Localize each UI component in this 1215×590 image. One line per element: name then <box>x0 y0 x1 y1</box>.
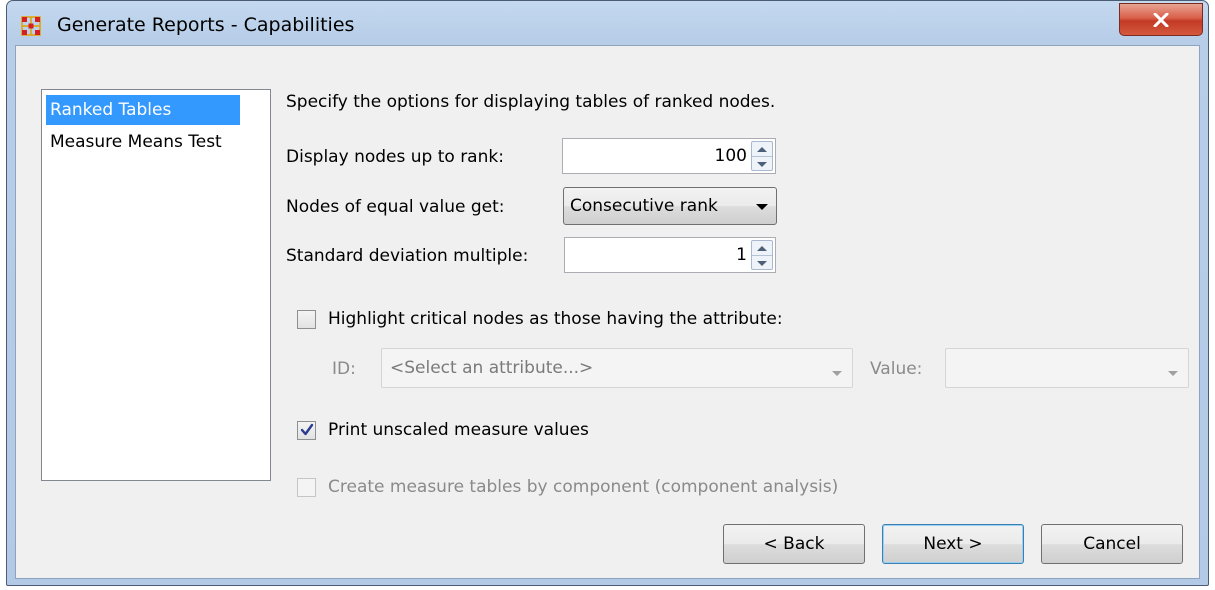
arrow-down-icon <box>757 161 767 167</box>
stddev-label: Standard deviation multiple: <box>286 246 529 266</box>
print-unscaled-label: Print unscaled measure values <box>328 420 589 440</box>
highlight-label: Highlight critical nodes as those having… <box>328 309 783 329</box>
equal-value-label: Nodes of equal value get: <box>286 197 505 217</box>
stddev-spinner[interactable]: 1 <box>564 237 776 273</box>
close-icon <box>1153 12 1169 27</box>
dialog-window: Generate Reports - Capabilities Ranked T… <box>6 0 1209 586</box>
equal-value-dropdown[interactable]: Consecutive rank <box>563 187 777 225</box>
sidebar-item-measure-means-test[interactable]: Measure Means Test <box>46 127 226 157</box>
rank-label: Display nodes up to rank: <box>286 147 504 167</box>
attribute-id-placeholder: <Select an attribute...> <box>390 358 594 378</box>
title-bar[interactable]: Generate Reports - Capabilities <box>7 1 1208 45</box>
arrow-up-icon <box>757 245 767 251</box>
next-button[interactable]: Next > <box>882 524 1024 564</box>
rank-spinner[interactable]: 100 <box>562 138 776 174</box>
stddev-decrement-button[interactable] <box>752 256 772 270</box>
component-analysis-label: Create measure tables by component (comp… <box>328 477 839 497</box>
panel-description: Specify the options for displaying table… <box>286 92 776 112</box>
highlight-checkbox[interactable] <box>297 310 316 329</box>
stddev-spin-buttons <box>751 240 773 270</box>
rank-increment-button[interactable] <box>752 142 772 157</box>
arrow-down-icon <box>757 260 767 266</box>
arrow-up-icon <box>757 146 767 152</box>
chevron-down-icon <box>832 371 842 376</box>
next-button-label: Next > <box>923 534 983 554</box>
close-button[interactable] <box>1119 3 1203 36</box>
component-analysis-checkbox[interactable] <box>297 478 316 497</box>
id-label: ID: <box>332 359 356 379</box>
sidebar-item-ranked-tables[interactable]: Ranked Tables <box>46 95 240 125</box>
rank-spin-buttons <box>751 141 773 171</box>
network-grid-icon <box>21 16 41 36</box>
cancel-button-label: Cancel <box>1083 534 1141 554</box>
attribute-value-dropdown[interactable] <box>945 348 1189 388</box>
rank-decrement-button[interactable] <box>752 157 772 171</box>
value-label: Value: <box>870 359 923 379</box>
window-title: Generate Reports - Capabilities <box>57 14 355 36</box>
page-list[interactable]: Ranked Tables Measure Means Test <box>41 89 271 481</box>
equal-value-selected: Consecutive rank <box>570 196 718 216</box>
attribute-id-dropdown[interactable]: <Select an attribute...> <box>381 348 853 388</box>
print-unscaled-checkbox[interactable] <box>297 421 316 440</box>
cancel-button[interactable]: Cancel <box>1041 524 1183 564</box>
back-button-label: < Back <box>763 534 825 554</box>
chevron-down-icon <box>1168 371 1178 376</box>
checkmark-icon <box>300 423 314 436</box>
rank-value: 100 <box>714 146 747 166</box>
stddev-value: 1 <box>736 245 747 265</box>
back-button[interactable]: < Back <box>723 524 865 564</box>
stddev-increment-button[interactable] <box>752 241 772 256</box>
chevron-down-icon <box>756 204 768 210</box>
